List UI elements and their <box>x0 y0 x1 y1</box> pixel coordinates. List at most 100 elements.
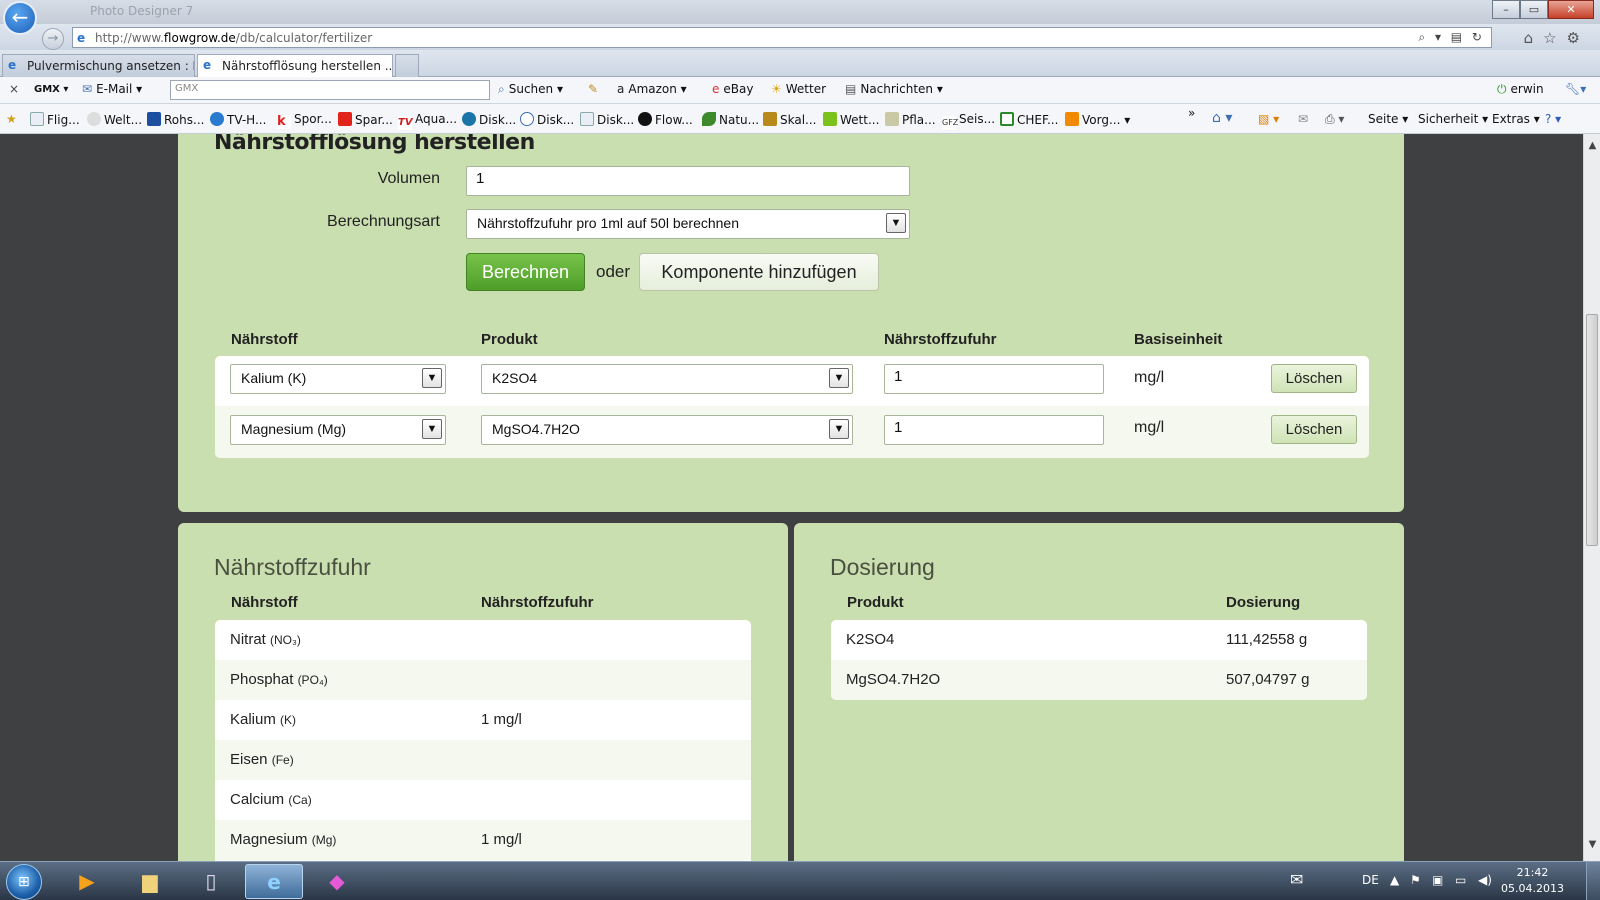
favorite-item[interactable]: k Spor... <box>277 112 332 129</box>
seite-menu[interactable]: Seite ▾ <box>1368 112 1408 126</box>
favorite-item[interactable]: TV Aqua... <box>398 112 457 130</box>
produkt-select[interactable]: K2SO4 ▼ <box>481 364 853 394</box>
naehrstoff-select[interactable]: Kalium (K) ▼ <box>230 364 446 394</box>
arrow-right-icon: → <box>47 31 59 46</box>
favorite-item[interactable]: Flow... <box>638 112 693 127</box>
favorite-item[interactable]: Vorg... ▾ <box>1065 112 1130 127</box>
calculator-panel: Nährstofflösung herstellen Volumen 1 Ber… <box>178 134 1404 512</box>
address-tools[interactable]: ⌕ ▾ ▤ ↻ <box>1418 30 1485 45</box>
start-button[interactable]: ⊞ <box>6 864 42 900</box>
user-button[interactable]: ⏻ erwin <box>1497 82 1544 97</box>
home-icon[interactable]: ⌂ ▾ <box>1212 110 1232 126</box>
window-controls: – ▭ ✕ <box>1492 0 1594 19</box>
scroll-down-icon[interactable]: ▼ <box>1586 839 1599 855</box>
table-row: Kalium (K) 1 mg/l <box>230 711 522 728</box>
flag-icon[interactable]: ⚑ <box>1410 873 1421 887</box>
maximize-button[interactable]: ▭ <box>1520 0 1548 19</box>
chevron-down-icon: ▼ <box>829 419 849 439</box>
volume-icon[interactable]: ◀) <box>1478 873 1492 887</box>
internet-explorer-icon[interactable]: e <box>245 864 303 899</box>
favorites-star-icon[interactable]: ★ <box>6 112 17 126</box>
device-icon[interactable]: ▣ <box>1432 873 1443 887</box>
gmx-menu[interactable]: GMX ▾ <box>34 84 68 95</box>
language-indicator[interactable]: DE <box>1362 873 1379 887</box>
favorite-item[interactable]: Spar... <box>338 112 393 127</box>
toolbar-search-input[interactable]: GMX <box>170 80 490 100</box>
tray-expand-icon[interactable]: ▲ <box>1390 873 1399 887</box>
dosierung-panel: Dosierung Produkt Dosierung K2SO4 111,42… <box>794 523 1404 861</box>
settings-gear-icon[interactable]: ⚙ <box>1567 29 1590 47</box>
berechnungsart-select[interactable]: Nährstoffzufuhr pro 1ml auf 50l berechne… <box>466 209 910 239</box>
mail-icon[interactable]: ✉ <box>1298 112 1308 126</box>
more-favorites-chevron-icon[interactable]: » <box>1188 106 1195 120</box>
favorite-item[interactable]: GFZSeis... <box>942 112 995 130</box>
scroll-thumb[interactable] <box>1586 314 1598 546</box>
sicherheit-menu[interactable]: Sicherheit ▾ <box>1418 112 1488 126</box>
print-icon[interactable]: ⎙ ▾ <box>1325 112 1344 127</box>
email-button[interactable]: ✉ E-Mail ▾ <box>82 82 142 96</box>
loeschen-button[interactable]: Löschen <box>1271 415 1357 444</box>
help-icon[interactable]: ? ▾ <box>1545 112 1561 126</box>
url-text[interactable]: http://www.flowgrow.de/db/calculator/fer… <box>95 31 372 45</box>
favorite-item[interactable]: Flig... <box>30 112 80 127</box>
close-window-button[interactable]: ✕ <box>1548 0 1594 19</box>
minimize-button[interactable]: – <box>1492 0 1520 19</box>
explorer-folder-icon[interactable]: ▆ <box>121 864 179 899</box>
photo-designer-icon[interactable]: ◆ <box>308 864 366 899</box>
ebay-button[interactable]: e eBay <box>712 82 753 96</box>
amazon-button[interactable]: a Amazon ▾ <box>617 82 687 96</box>
volumen-input[interactable]: 1 <box>466 166 910 196</box>
column-header-basiseinheit: Basiseinheit <box>1134 331 1223 348</box>
back-button[interactable]: ← <box>3 1 37 35</box>
berechnen-button[interactable]: Berechnen <box>466 253 585 291</box>
favorite-item[interactable]: Skal... <box>763 112 817 127</box>
rss-icon[interactable]: ▧ ▾ <box>1258 112 1279 126</box>
komponente-hinzufuegen-button[interactable]: Komponente hinzufügen <box>639 253 879 291</box>
new-tab-button[interactable] <box>395 54 419 77</box>
favorite-item[interactable]: Natu... <box>702 112 759 127</box>
favorite-item[interactable]: Wett... <box>823 112 879 127</box>
zufuhr-input[interactable]: 1 <box>884 364 1104 394</box>
mail-tray-icon[interactable]: ✉ <box>1290 870 1303 889</box>
window-titlebar: Photo Designer 7 – ▭ ✕ <box>0 0 1600 24</box>
suchen-button[interactable]: ⌕ Suchen ▾ <box>498 82 563 97</box>
favorite-item[interactable]: TV-H... <box>210 112 266 127</box>
loeschen-button[interactable]: Löschen <box>1271 364 1357 393</box>
home-icon[interactable]: ⌂ <box>1524 29 1544 47</box>
vertical-scrollbar[interactable]: ▲ ▼ <box>1583 134 1600 861</box>
nachrichten-button[interactable]: ▤ Nachrichten ▾ <box>845 82 943 96</box>
favorite-item[interactable]: CHEF... <box>1000 112 1058 127</box>
show-desktop-button[interactable] <box>1586 862 1600 900</box>
table-row: Magnesium (Mg) 1 mg/l <box>215 820 751 860</box>
address-bar[interactable]: e http://www.flowgrow.de/db/calculator/f… <box>72 27 1492 48</box>
naehrstoff-select[interactable]: Magnesium (Mg) ▼ <box>230 415 446 445</box>
forward-button[interactable]: → <box>42 28 64 50</box>
site-icon <box>1065 112 1079 126</box>
tab-pulvermischung[interactable]: e Pulvermischung ansetzen : Nä... <box>2 54 195 77</box>
favorites-star-icon[interactable]: ☆ <box>1543 29 1566 47</box>
wetter-button[interactable]: ☀ Wetter <box>771 82 826 96</box>
chevron-down-icon: ▼ <box>422 368 442 388</box>
network-icon[interactable]: ▭ <box>1455 873 1466 887</box>
phone-app-icon[interactable]: ▯ <box>182 864 240 899</box>
favorite-item[interactable]: Rohs... <box>147 112 204 127</box>
media-player-icon[interactable]: ▶ <box>58 864 116 899</box>
favorite-item[interactable]: Disk... <box>580 112 634 127</box>
produkt-select[interactable]: MgSO4.7H2O ▼ <box>481 415 853 445</box>
clock[interactable]: 21:42 05.04.2013 <box>1501 865 1564 897</box>
favorite-item[interactable]: Welt... <box>87 112 142 127</box>
wrench-icon[interactable]: 🔧︎▾ <box>1565 82 1586 96</box>
favorite-item[interactable]: Disk... <box>462 112 516 127</box>
scroll-up-icon[interactable]: ▲ <box>1586 140 1599 156</box>
windows-taskbar: ⊞ ▶ ▆ ▯ e ◆ ✉ DE ▲ ⚑ ▣ ▭ ◀) 21:42 05.04.… <box>0 861 1600 900</box>
close-toolbar-icon[interactable]: × <box>9 82 19 96</box>
zufuhr-input[interactable]: 1 <box>884 415 1104 445</box>
windows-logo-icon: ⊞ <box>18 874 30 890</box>
favorite-item[interactable]: Pfla... <box>885 112 936 127</box>
column-header-produkt: Produkt <box>847 594 904 611</box>
favorite-item[interactable]: Disk... <box>520 112 574 127</box>
extras-menu[interactable]: Extras ▾ <box>1492 112 1540 126</box>
tab-naehrstoffloesung[interactable]: e Nährstofflösung herstellen ...× <box>197 54 393 77</box>
pen-icon[interactable]: ✎ <box>588 82 598 96</box>
site-icon <box>823 112 837 126</box>
